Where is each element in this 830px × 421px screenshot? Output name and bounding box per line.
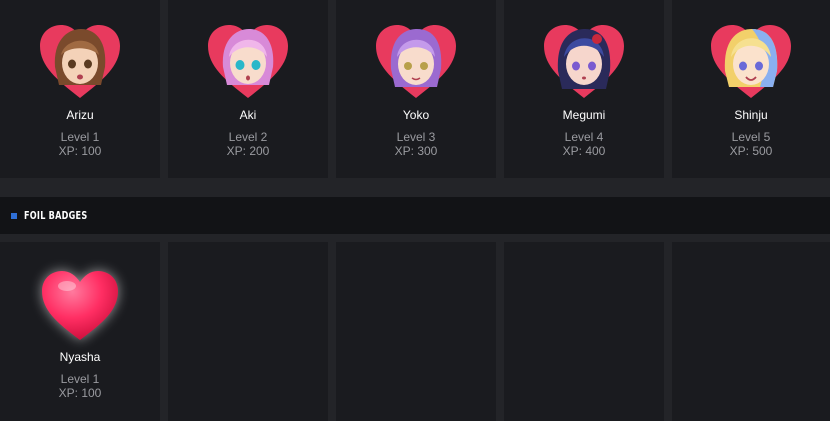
badge-xp: XP: 200 <box>226 144 270 158</box>
empty-badge-slot <box>504 242 664 421</box>
badge-row: Arizu Level 1 XP: 100 Aki Level 2 XP: 20… <box>0 0 830 178</box>
badge-card-arizu[interactable]: Arizu Level 1 XP: 100 <box>0 0 160 178</box>
badge-level: Level 2 <box>228 130 268 144</box>
foil-heart-icon <box>42 271 118 340</box>
badge-level: Level 4 <box>564 130 604 144</box>
badge-name: Yoko <box>402 108 430 122</box>
empty-badge-slot <box>168 242 328 421</box>
foil-badges-header: FOIL BADGES <box>0 197 830 234</box>
badge-image <box>37 22 123 102</box>
badge-image <box>708 22 794 102</box>
badge-xp: XP: 100 <box>58 386 102 400</box>
badge-level: Level 1 <box>60 130 100 144</box>
character-portrait-icon <box>724 29 778 87</box>
badge-level: Level 5 <box>731 130 771 144</box>
badge-xp: XP: 300 <box>394 144 438 158</box>
character-portrait-icon <box>390 29 442 87</box>
badge-xp: XP: 100 <box>58 144 102 158</box>
empty-badge-slot <box>672 242 830 421</box>
badge-xp: XP: 500 <box>729 144 773 158</box>
badge-xp: XP: 400 <box>562 144 606 158</box>
section-title: FOIL BADGES <box>24 209 88 222</box>
foil-badge-row: Nyasha Level 1 XP: 100 <box>0 242 830 421</box>
badge-image <box>541 22 627 102</box>
section-bullet-icon <box>11 212 17 219</box>
badge-name: Aki <box>239 108 257 122</box>
badge-image <box>373 22 459 102</box>
badge-name: Nyasha <box>59 350 101 364</box>
character-portrait-icon <box>54 29 106 85</box>
badge-name: Megumi <box>562 108 606 122</box>
badge-level: Level 1 <box>60 372 100 386</box>
badge-card-megumi[interactable]: Megumi Level 4 XP: 400 <box>504 0 664 178</box>
badge-name: Shinju <box>734 108 768 122</box>
character-portrait-icon <box>222 29 274 85</box>
badge-card-aki[interactable]: Aki Level 2 XP: 200 <box>168 0 328 178</box>
badge-card-shinju[interactable]: Shinju Level 5 XP: 500 <box>672 0 830 178</box>
badge-image <box>37 266 123 346</box>
empty-badge-slot <box>336 242 496 421</box>
badge-level: Level 3 <box>396 130 436 144</box>
badge-image <box>205 22 291 102</box>
badge-card-yoko[interactable]: Yoko Level 3 XP: 300 <box>336 0 496 178</box>
foil-badge-card-nyasha[interactable]: Nyasha Level 1 XP: 100 <box>0 242 160 421</box>
character-portrait-icon <box>557 29 611 89</box>
badge-name: Arizu <box>66 108 94 122</box>
